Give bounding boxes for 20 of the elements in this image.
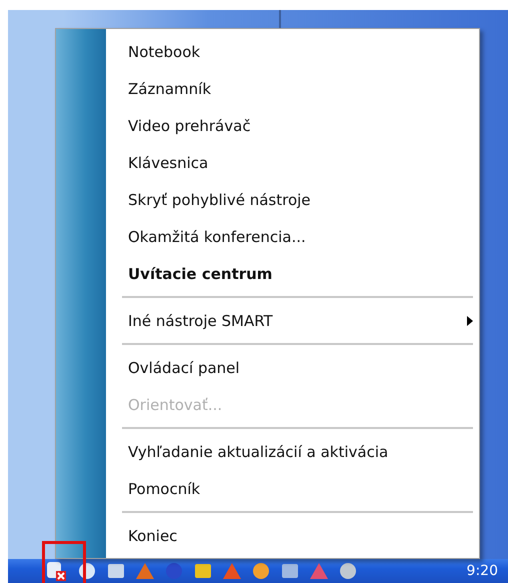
- menu-item[interactable]: Video prehrávač: [122, 107, 473, 144]
- tray-icon[interactable]: [251, 562, 271, 580]
- menu-item[interactable]: Ovládací panel: [122, 349, 473, 386]
- menu-item[interactable]: Skryť pohyblivé nástroje: [122, 181, 473, 218]
- tray-icon[interactable]: [106, 562, 126, 580]
- clock: 9:20: [466, 563, 498, 579]
- menu-item[interactable]: Vyhľadanie aktualizácií a aktivácia: [122, 433, 473, 470]
- menu-item[interactable]: Okamžitá konferencia...: [122, 218, 473, 255]
- app-icon[interactable]: [46, 560, 68, 582]
- menu-item[interactable]: Uvítacie centrum: [122, 255, 473, 292]
- menu-item[interactable]: Pomocník: [122, 470, 473, 507]
- tray-icon[interactable]: [338, 562, 358, 580]
- menu-item[interactable]: Iné nástroje SMART: [122, 302, 473, 339]
- menu-item[interactable]: Koniec: [122, 517, 473, 554]
- menu-item[interactable]: Záznamník: [122, 70, 473, 107]
- tray-icon[interactable]: [77, 562, 97, 580]
- menu-item[interactable]: Notebook: [122, 33, 473, 70]
- tray-icon[interactable]: [193, 562, 213, 580]
- tray-icon[interactable]: [280, 562, 300, 580]
- menu-item[interactable]: Klávesnica: [122, 144, 473, 181]
